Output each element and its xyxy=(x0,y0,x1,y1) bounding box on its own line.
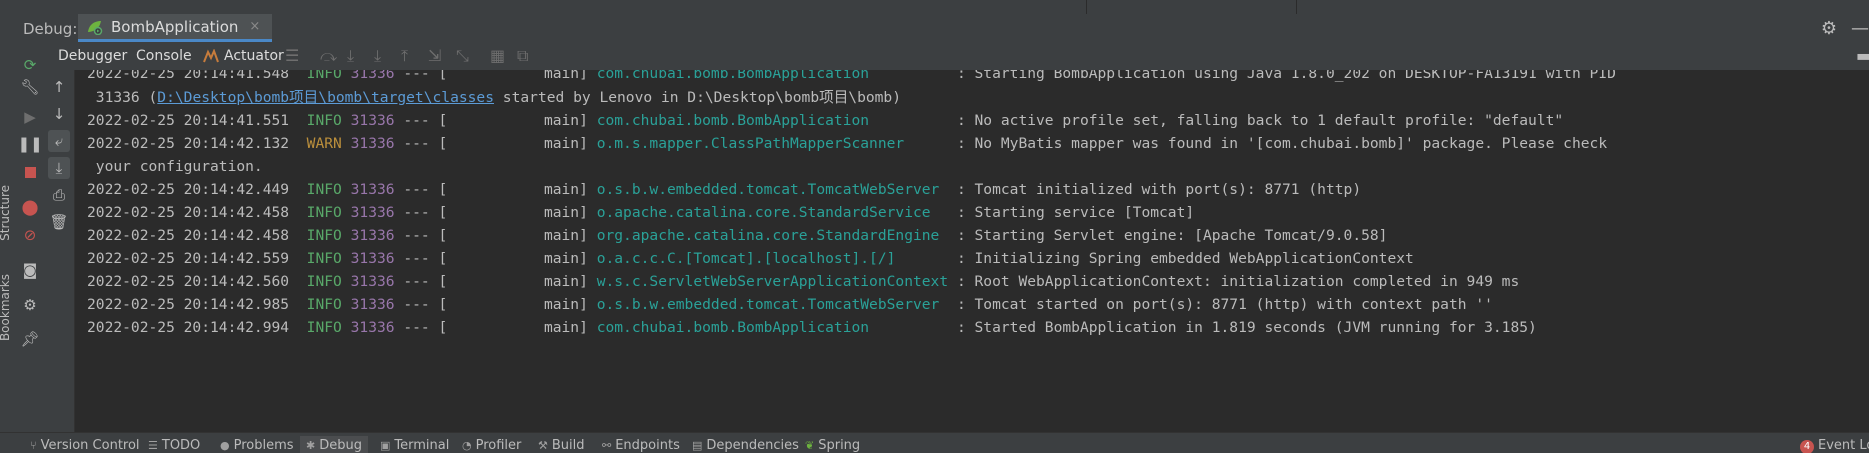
close-icon[interactable]: × xyxy=(249,19,260,34)
divider xyxy=(1296,0,1297,14)
tab-spring[interactable]: ❦ Spring xyxy=(805,438,860,453)
left-tool-strip: Structure Bookmarks xyxy=(0,70,17,432)
log-line: 2022-02-25 20:14:42.994 INFO 31336 --- [… xyxy=(87,319,1537,336)
structure-label[interactable]: Structure xyxy=(0,185,12,241)
terminal-icon: ▣ xyxy=(380,439,391,452)
soft-wrap-icon[interactable]: ⤶ xyxy=(48,130,70,152)
trash-icon[interactable]: 🗑︎ xyxy=(48,211,70,233)
settings-icon[interactable]: ⚙ xyxy=(19,294,41,316)
spring-icon: ❦ xyxy=(805,439,815,452)
actuator-label: Actuator xyxy=(224,48,284,64)
wrench-icon[interactable]: 🔧︎ xyxy=(19,76,41,98)
log-line-continuation: 31336 (D:\Desktop\bomb项目\bomb\target\cla… xyxy=(87,89,902,106)
tab-dependencies[interactable]: ▤ Dependencies xyxy=(692,438,799,453)
down-arrow-icon[interactable]: ↓ xyxy=(48,103,70,125)
show-execution-point-icon[interactable]: ⤼ xyxy=(320,46,337,66)
log-line: 2022-02-25 20:14:42.560 INFO 31336 --- [… xyxy=(87,273,1520,290)
endpoints-icon: ⚯ xyxy=(602,439,612,452)
hammer-icon: ⚒ xyxy=(538,439,548,452)
log-line: 2022-02-25 20:14:42.458 INFO 31336 --- [… xyxy=(87,204,1195,221)
camera-icon[interactable]: ◙ xyxy=(19,259,41,281)
log-line-continuation: your configuration. xyxy=(87,158,263,175)
resume-icon[interactable]: ▶ xyxy=(19,106,41,128)
actuator-icon xyxy=(203,49,219,63)
top-strip xyxy=(0,0,1869,14)
tab-console[interactable]: Console xyxy=(136,48,192,64)
window-controls: ⚙ — xyxy=(1821,14,1869,42)
tab-profiler[interactable]: ◔ Profiler xyxy=(462,438,521,453)
console-output[interactable]: 2022-02-25 20:14:41.548 INFO 31336 --- [… xyxy=(75,70,1869,432)
info-icon: ● xyxy=(220,439,230,452)
gear-icon[interactable]: ⚙ xyxy=(1821,18,1837,39)
mute-breakpoints-icon[interactable]: ⊘ xyxy=(19,224,41,246)
log-line: 2022-02-25 20:14:42.559 INFO 31336 --- [… xyxy=(87,250,1414,267)
pin-icon[interactable]: 📌︎ xyxy=(19,328,41,350)
console-actions-column: ↑ ↓ ⤶ ⤓ ⎙ 🗑︎ xyxy=(44,70,75,432)
up-arrow-icon[interactable]: ↑ xyxy=(48,76,70,98)
dependencies-icon: ▤ xyxy=(692,439,703,452)
table-icon[interactable]: ▦ xyxy=(490,46,505,65)
tool-window-title: Debug: xyxy=(23,20,78,38)
menu-icon[interactable]: ☰ xyxy=(285,46,299,65)
tab-problems[interactable]: ● Problems xyxy=(220,438,294,453)
event-count-badge: 4 xyxy=(1800,440,1814,453)
stop-icon[interactable] xyxy=(19,161,41,183)
layout-icon[interactable]: ▬ xyxy=(1856,46,1869,65)
tab-build[interactable]: ⚒ Build xyxy=(538,438,585,453)
log-line: 2022-02-25 20:14:42.458 INFO 31336 --- [… xyxy=(87,227,1388,244)
log-line: 2022-02-25 20:14:42.449 INFO 31336 --- [… xyxy=(87,181,1362,198)
list-icon: ☰ xyxy=(148,439,158,452)
debug-tool-window-header: Debug: xyxy=(0,14,1869,42)
minimize-icon[interactable]: — xyxy=(1851,18,1869,39)
log-line: 2022-02-25 20:14:41.548 INFO 31336 --- [… xyxy=(87,70,1616,82)
log-line: 2022-02-25 20:14:42.985 INFO 31336 --- [… xyxy=(87,296,1493,313)
bookmarks-label[interactable]: Bookmarks xyxy=(0,274,12,341)
view-breakpoints-icon[interactable]: ⬤ xyxy=(19,196,41,218)
pause-icon[interactable]: ❚❚ xyxy=(17,133,42,155)
tab-endpoints[interactable]: ⚯ Endpoints xyxy=(602,438,680,453)
spring-boot-run-icon xyxy=(88,20,103,35)
tab-actuator[interactable]: Actuator xyxy=(203,48,284,64)
debug-toolbar: Debugger Console Actuator ☰ ⤼ ⤓ ⤓ ⤒ ⇲ ⤡ … xyxy=(0,42,1869,71)
log-line: 2022-02-25 20:14:42.132 WARN 31336 --- [… xyxy=(87,135,1608,152)
run-to-cursor-icon[interactable]: ⇲ xyxy=(428,46,441,65)
threads-icon[interactable]: ⧉ xyxy=(517,46,528,66)
gauge-icon: ◔ xyxy=(462,439,472,452)
tab-debug[interactable]: ✱ Debug xyxy=(300,436,368,453)
debug-actions-column: ⟳ 🔧︎ ▶ ❚❚ ⬤ ⊘ ◙ ⚙ 📌︎ xyxy=(16,56,44,432)
tab-todo[interactable]: ☰ TODO xyxy=(148,438,200,453)
bottom-tool-bar: ⑂ Version Control ☰ TODO ● Problems ✱ Debug … xyxy=(0,432,1869,453)
step-over-icon[interactable]: ⤓ xyxy=(347,46,354,66)
event-log-button[interactable]: 4 Event Lo xyxy=(1800,438,1869,453)
log-line: 2022-02-25 20:14:41.551 INFO 31336 --- [… xyxy=(87,112,1564,129)
rerun-icon[interactable]: ⟳ xyxy=(19,54,41,76)
evaluate-expression-icon[interactable]: ⤡ xyxy=(456,46,469,66)
classpath-link[interactable]: D:\Desktop\bomb项目\bomb\target\classes xyxy=(157,89,494,106)
step-out-icon[interactable]: ⤒ xyxy=(401,46,408,66)
divider xyxy=(1086,0,1087,14)
tab-debugger[interactable]: Debugger xyxy=(58,48,127,64)
tab-bomb-application[interactable]: BombApplication × xyxy=(78,14,273,42)
step-into-icon[interactable]: ⤓ xyxy=(374,46,381,66)
tab-terminal[interactable]: ▣ Terminal xyxy=(380,438,449,453)
scroll-to-end-icon[interactable]: ⤓ xyxy=(48,157,70,179)
bug-icon: ✱ xyxy=(306,439,316,452)
tab-version-control[interactable]: ⑂ Version Control xyxy=(30,438,140,453)
branch-icon: ⑂ xyxy=(30,439,37,452)
print-icon[interactable]: ⎙ xyxy=(48,184,70,206)
tab-title: BombApplication xyxy=(111,17,239,36)
